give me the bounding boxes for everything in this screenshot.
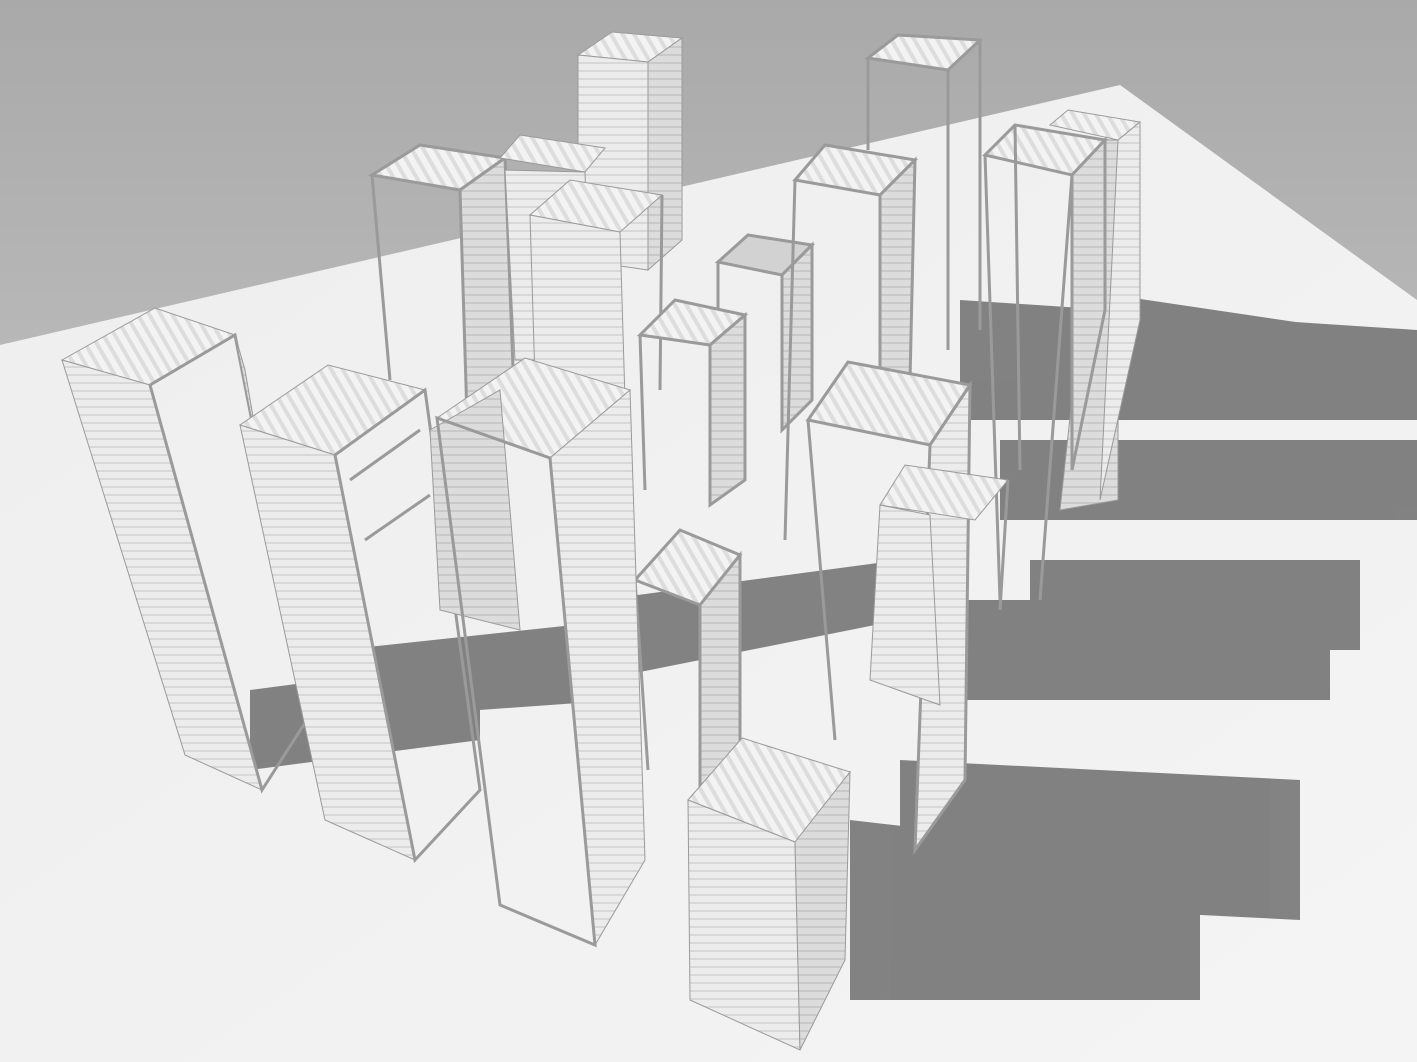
render-canvas [0,0,1417,1062]
